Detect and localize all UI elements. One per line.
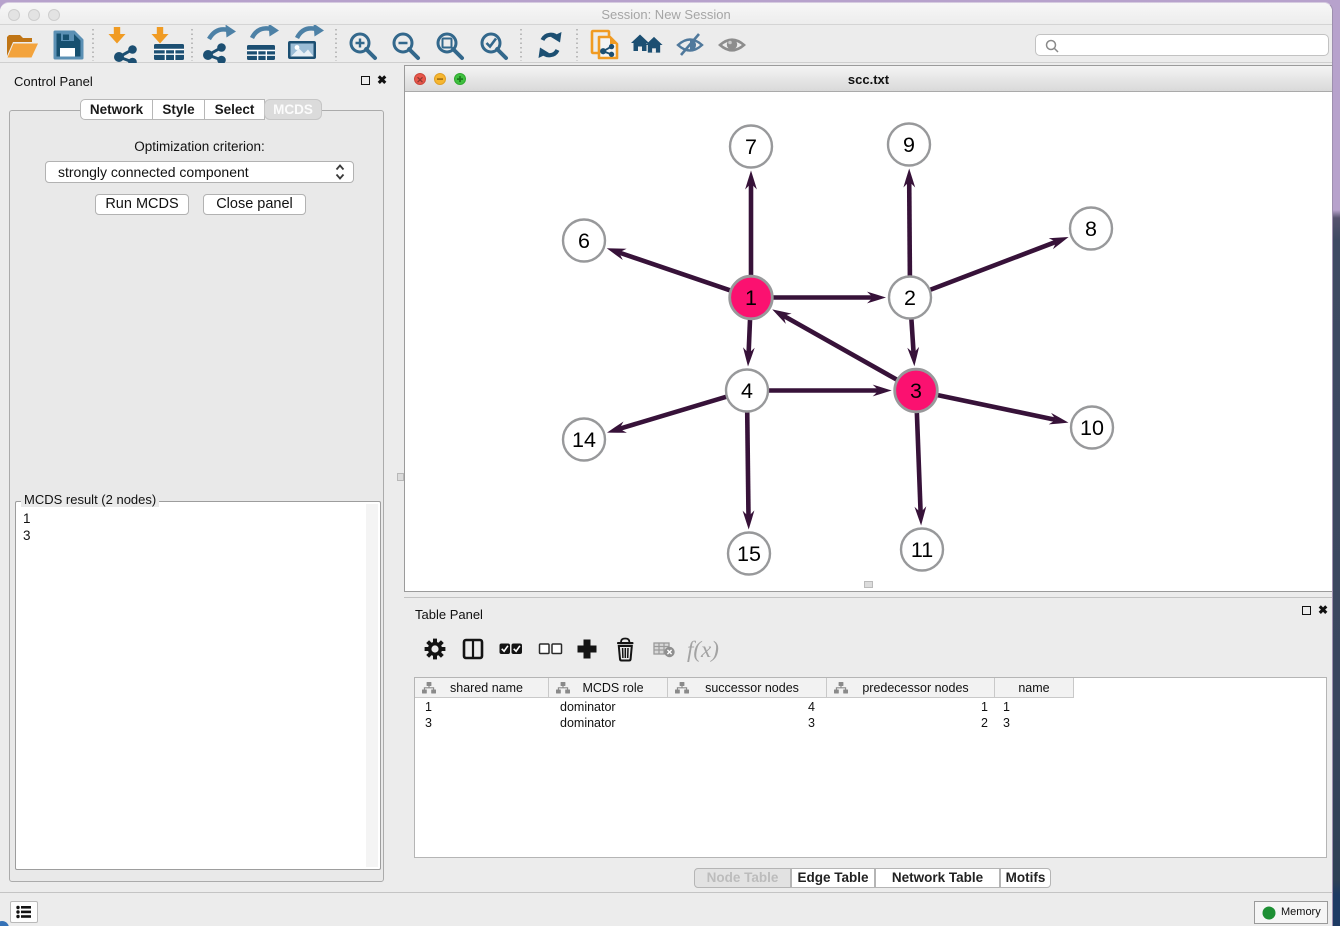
svg-text:10: 10 [1080,416,1104,440]
svg-text:1: 1 [745,286,757,310]
svg-text:2: 2 [904,286,916,310]
svg-text:15: 15 [737,542,761,566]
svg-text:7: 7 [745,135,757,159]
svg-text:8: 8 [1085,217,1097,241]
svg-text:9: 9 [903,133,915,157]
svg-text:4: 4 [741,379,753,403]
svg-text:14: 14 [572,428,596,452]
svg-text:11: 11 [911,538,933,562]
svg-text:6: 6 [578,229,590,253]
svg-text:3: 3 [910,379,922,403]
svg-text:f(x): f(x) [687,637,719,662]
